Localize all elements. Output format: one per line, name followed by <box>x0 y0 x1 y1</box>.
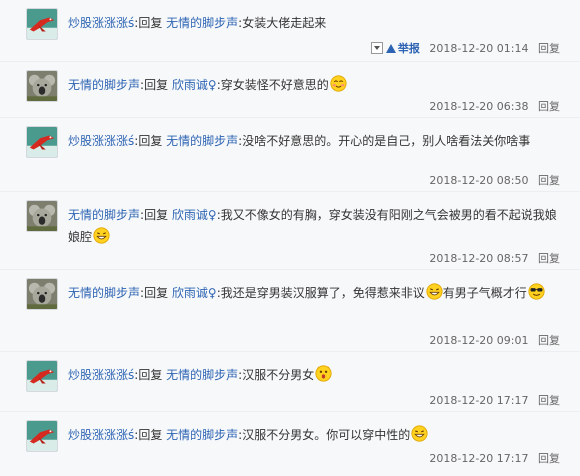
reply-time: 2018-12-20 08:50 <box>429 174 529 187</box>
reply-word: 回复 <box>144 286 169 300</box>
reply-button[interactable]: 回复 <box>538 452 560 465</box>
reply-target-user[interactable]: 欣雨诚♀ <box>172 286 217 300</box>
reply-time: 2018-12-20 17:17 <box>429 394 529 407</box>
reply-content: 无情的脚步声:回复 欣雨诚♀:我还是穿男装汉服算了，免得惹来非议 有男子气概才行 <box>68 282 562 304</box>
reply-text: :女装大佬走起来 <box>238 16 327 30</box>
reply-meta: 2018-12-20 09:01 回复 <box>423 334 560 348</box>
reply-word: 回复 <box>144 208 169 222</box>
reply-word: 回复 <box>138 368 163 382</box>
grin-emoji-icon <box>411 425 428 442</box>
grin-emoji-icon <box>93 227 110 244</box>
reply-username[interactable]: 无情的脚步声 <box>68 286 140 300</box>
koala-avatar-icon[interactable] <box>26 70 58 102</box>
reply-username[interactable]: 无情的脚步声 <box>68 208 140 222</box>
reply-button[interactable]: 回复 <box>538 252 560 265</box>
shy-smile-emoji-icon <box>330 75 347 92</box>
reply-time: 2018-12-20 09:01 <box>429 334 529 347</box>
reply-text: :汉服不分男女 <box>238 368 315 382</box>
grin-emoji-icon <box>426 283 443 300</box>
reply-content: 炒股涨涨涨ś:回复 无情的脚步声:汉服不分男女 <box>68 364 562 386</box>
dragon-avatar-icon[interactable] <box>26 8 58 40</box>
dragon-avatar-icon[interactable] <box>26 360 58 392</box>
reply-word: 回复 <box>138 134 163 148</box>
dragon-avatar-icon[interactable] <box>26 420 58 452</box>
reply-button[interactable]: 回复 <box>538 394 560 407</box>
reply-button[interactable]: 回复 <box>538 174 560 187</box>
reply-word: 回复 <box>138 16 163 30</box>
reply-target-user[interactable]: 无情的脚步声 <box>166 134 238 148</box>
dragon-avatar-icon[interactable] <box>26 126 58 158</box>
surprised-emoji-icon <box>315 365 332 382</box>
reply-content: 炒股涨涨涨ś:回复 无情的脚步声:没啥不好意思的。开心的是自己，别人啥看法关你啥… <box>68 130 562 152</box>
reply-username[interactable]: 炒股涨涨涨ś <box>68 16 134 30</box>
report-link[interactable]: 举报 <box>385 42 420 55</box>
reply-meta: 2018-12-20 08:57 回复 <box>423 252 560 266</box>
reply-button[interactable]: 回复 <box>538 100 560 113</box>
reply-word: 回复 <box>144 78 169 92</box>
reply-time: 2018-12-20 17:17 <box>429 452 529 465</box>
reply-username[interactable]: 炒股涨涨涨ś <box>68 428 134 442</box>
reply-username[interactable]: 炒股涨涨涨ś <box>68 134 134 148</box>
reply-target-user[interactable]: 欣雨诚♀ <box>172 78 217 92</box>
warning-icon <box>385 44 396 53</box>
reply-item: 无情的脚步声:回复 欣雨诚♀:我还是穿男装汉服算了，免得惹来非议 有男子气概才行 … <box>0 270 580 352</box>
reply-time: 2018-12-20 08:57 <box>429 252 529 265</box>
sunglasses-emoji-icon <box>528 283 545 300</box>
reply-meta: 2018-12-20 17:17 回复 <box>423 394 560 408</box>
reply-target-user[interactable]: 欣雨诚♀ <box>172 208 217 222</box>
reply-meta: 2018-12-20 08:50 回复 <box>423 174 560 188</box>
reply-text: :没啥不好意思的。开心的是自己，别人啥看法关你啥事 <box>238 134 531 148</box>
reply-text: :穿女装怪不好意思的 <box>216 78 329 92</box>
reply-text: :我还是穿男装汉服算了，免得惹来非议 <box>216 286 425 300</box>
reply-text-continued: 有男子气概才行 <box>442 286 527 300</box>
chevron-down-icon[interactable] <box>370 42 383 54</box>
reply-time: 2018-12-20 01:14 <box>429 42 529 55</box>
reply-meta: 举报 2018-12-20 01:14 回复 <box>365 42 560 56</box>
reply-word: 回复 <box>138 428 163 442</box>
reply-time: 2018-12-20 06:38 <box>429 100 529 113</box>
reply-meta: 2018-12-20 06:38 回复 <box>423 100 560 114</box>
reply-target-user[interactable]: 无情的脚步声 <box>166 368 238 382</box>
reply-button[interactable]: 回复 <box>538 42 560 55</box>
reply-item: 炒股涨涨涨ś:回复 无情的脚步声:汉服不分男女 2018-12-20 17:17… <box>0 352 580 412</box>
reply-text: :汉服不分男女。你可以穿中性的 <box>238 428 411 442</box>
reply-item: 无情的脚步声:回复 欣雨诚♀:我又不像女的有胸，穿女装没有阳刚之气会被男的看不起… <box>0 192 580 270</box>
reply-item: 无情的脚步声:回复 欣雨诚♀:穿女装怪不好意思的 2018-12-20 06:3… <box>0 62 580 118</box>
reply-thread: 炒股涨涨涨ś:回复 无情的脚步声:女装大佬走起来 举报 2018-12-20 0… <box>0 0 580 476</box>
reply-username[interactable]: 炒股涨涨涨ś <box>68 368 134 382</box>
reply-target-user[interactable]: 无情的脚步声 <box>166 428 238 442</box>
koala-avatar-icon[interactable] <box>26 200 58 232</box>
reply-item: 炒股涨涨涨ś:回复 无情的脚步声:没啥不好意思的。开心的是自己，别人啥看法关你啥… <box>0 118 580 192</box>
reply-content: 无情的脚步声:回复 欣雨诚♀:穿女装怪不好意思的 <box>68 74 562 96</box>
reply-content: 炒股涨涨涨ś:回复 无情的脚步声:女装大佬走起来 <box>68 12 562 34</box>
reply-content: 无情的脚步声:回复 欣雨诚♀:我又不像女的有胸，穿女装没有阳刚之气会被男的看不起… <box>68 204 562 248</box>
reply-content: 炒股涨涨涨ś:回复 无情的脚步声:汉服不分男女。你可以穿中性的 <box>68 424 562 446</box>
reply-target-user[interactable]: 无情的脚步声 <box>166 16 238 30</box>
reply-item: 炒股涨涨涨ś:回复 无情的脚步声:女装大佬走起来 举报 2018-12-20 0… <box>0 0 580 62</box>
reply-button[interactable]: 回复 <box>538 334 560 347</box>
koala-avatar-icon[interactable] <box>26 278 58 310</box>
reply-username[interactable]: 无情的脚步声 <box>68 78 140 92</box>
reply-item: 炒股涨涨涨ś:回复 无情的脚步声:汉服不分男女。你可以穿中性的 2018-12-… <box>0 412 580 476</box>
reply-meta: 2018-12-20 17:17 回复 <box>423 452 560 466</box>
